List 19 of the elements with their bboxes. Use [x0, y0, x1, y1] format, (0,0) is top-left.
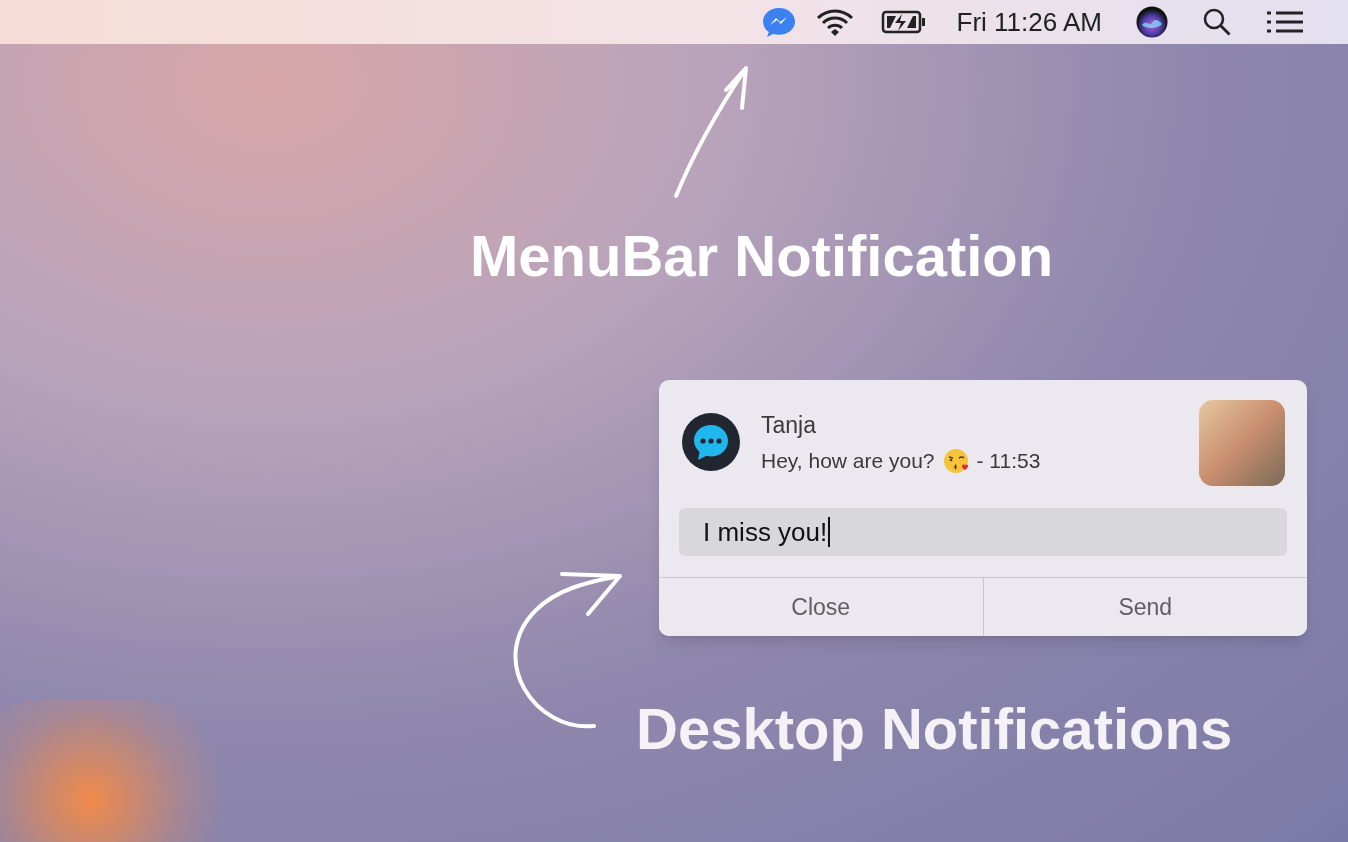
messenger-icon[interactable]: [760, 6, 797, 38]
chat-app-icon: [681, 412, 741, 472]
kiss-emoji-icon: [942, 448, 969, 474]
list-icon[interactable]: [1266, 10, 1304, 34]
reply-text: I miss you!: [703, 515, 828, 549]
reply-input-field[interactable]: I miss you!: [679, 508, 1287, 556]
notification-action-button[interactable]: Close: [659, 578, 983, 636]
battery-icon[interactable]: [880, 10, 927, 34]
wifi-icon[interactable]: [814, 7, 855, 37]
text-caret: [828, 517, 831, 547]
message-time: - 11:53: [976, 448, 1041, 474]
siri-icon[interactable]: [1136, 6, 1168, 38]
annotation-label: Desktop Notifications: [636, 695, 1233, 763]
annotation-label: MenuBar Notification: [470, 222, 1054, 290]
sender-name: Tanja: [761, 411, 817, 440]
search-icon[interactable]: [1202, 7, 1232, 37]
message-text: Hey, how are you?: [761, 448, 935, 474]
menu-bar-clock[interactable]: Fri 11:26 AM: [956, 2, 1102, 42]
notification-action-button[interactable]: Send: [982, 578, 1307, 636]
